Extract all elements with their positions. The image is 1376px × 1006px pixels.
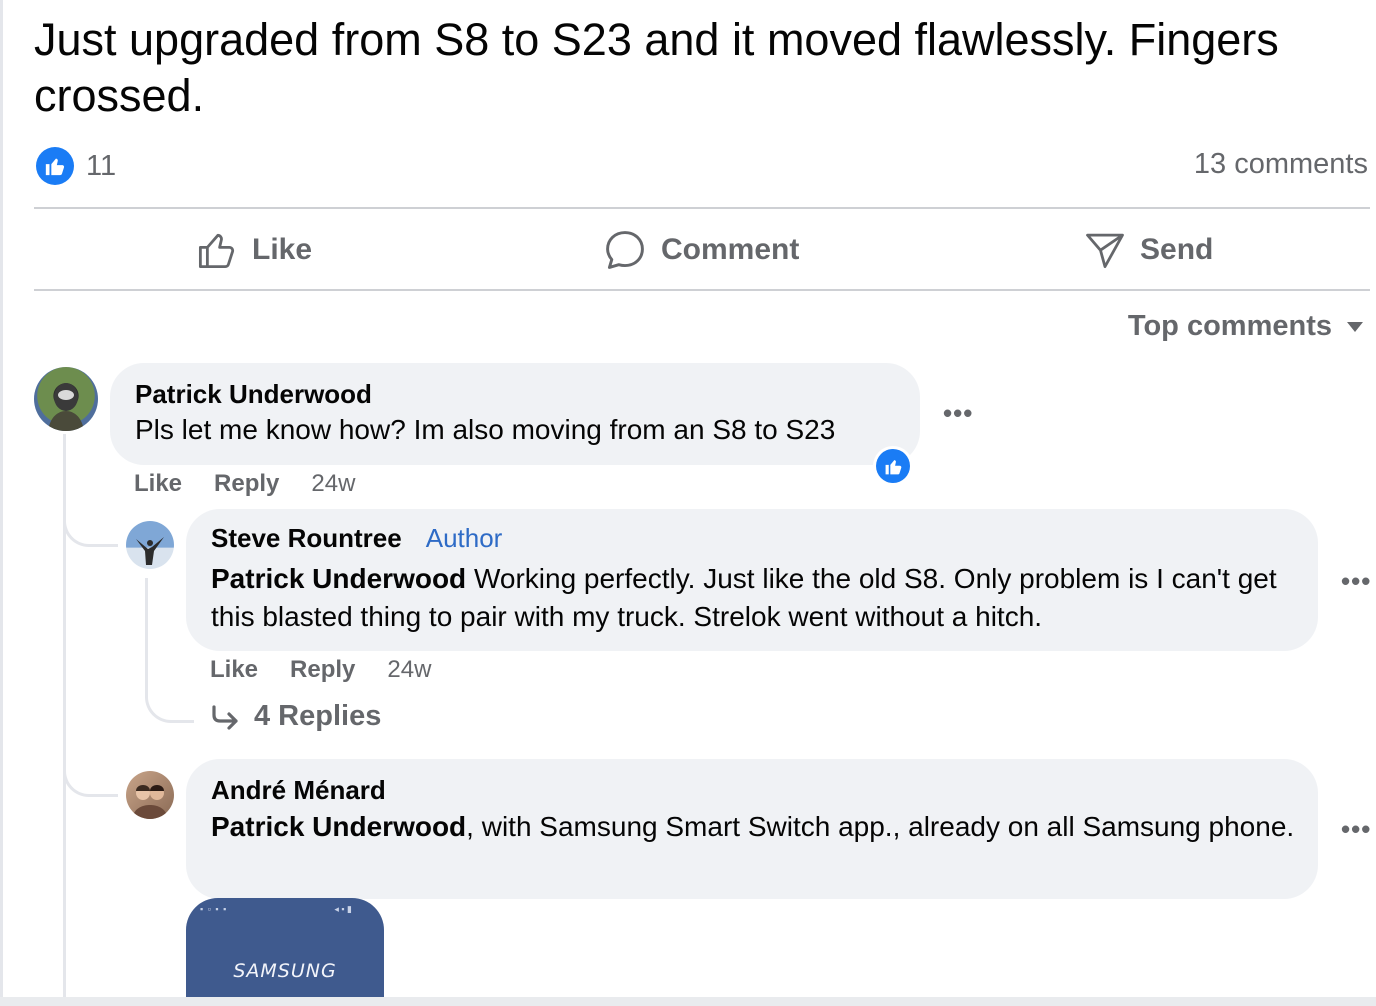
thumbs-up-outline-icon: [198, 233, 235, 269]
comment-body: , with Samsung Smart Switch app., alread…: [466, 811, 1295, 842]
send-button[interactable]: Send: [1084, 226, 1213, 274]
like-reaction-icon: [876, 449, 910, 483]
comment-reply-button[interactable]: Reply: [214, 470, 279, 498]
comment-like-button[interactable]: Like: [134, 470, 182, 498]
reply-arrow-icon: [212, 704, 238, 730]
comment-count-link[interactable]: 13 comments: [1194, 148, 1368, 181]
like-reaction-icon: [36, 147, 74, 185]
reaction-summary[interactable]: 11: [36, 146, 116, 186]
sort-label: Top comments: [1127, 310, 1332, 342]
more-options-icon[interactable]: •••: [1341, 814, 1371, 845]
more-options-icon[interactable]: •••: [943, 398, 973, 429]
comment-text: Patrick Underwood Working perfectly. Jus…: [211, 560, 1301, 636]
comment-header: Steve Rountree Author: [211, 523, 502, 554]
like-button-label: Like: [252, 233, 313, 266]
avatar-patrick-underwood[interactable]: [34, 367, 98, 431]
speech-bubble-icon: [606, 231, 644, 269]
comment-timestamp[interactable]: 24w: [311, 470, 355, 498]
avatar-steve-rountree[interactable]: [126, 521, 174, 569]
thread-connector-sub: [145, 690, 194, 723]
caret-down-icon: [1347, 321, 1363, 332]
more-options-icon[interactable]: •••: [1341, 566, 1371, 597]
comment-like-button[interactable]: Like: [210, 656, 258, 684]
phone-status-bar-right: ◂ ▪ ▮: [334, 904, 352, 914]
mention-link[interactable]: Patrick Underwood: [211, 811, 466, 842]
phone-status-bar-left: ▪ ▫ ▪ ▪: [200, 904, 228, 914]
mention-link[interactable]: Patrick Underwood: [211, 563, 466, 594]
replies-count: 4 Replies: [254, 700, 382, 732]
commenter-name[interactable]: Steve Rountree: [211, 523, 402, 554]
divider-top: [34, 207, 1370, 209]
samsung-logo-text: SAMSUNG: [233, 960, 337, 982]
comment-reply-button[interactable]: Reply: [290, 656, 355, 684]
like-button[interactable]: Like: [196, 226, 312, 274]
thread-line-sub: [145, 578, 148, 690]
view-replies-button[interactable]: 4 Replies: [210, 700, 381, 733]
thread-connector-2: [63, 760, 118, 797]
avatar-andre-menard[interactable]: [126, 771, 174, 819]
comment-meta-1: Like Reply 24w: [134, 470, 355, 498]
post-text: Just upgraded from S8 to S23 and it move…: [34, 14, 1279, 121]
comment-button-label: Comment: [661, 233, 800, 266]
comment-bubble-3: André Ménard Patrick Underwood, with Sam…: [186, 759, 1318, 899]
page-bottom-edge: [0, 997, 1376, 1006]
commenter-name[interactable]: Patrick Underwood: [135, 379, 372, 410]
comment-text: Patrick Underwood, with Samsung Smart Sw…: [211, 808, 1301, 846]
comment-image-attachment[interactable]: ▪ ▫ ▪ ▪ ◂ ▪ ▮ SAMSUNG: [186, 898, 384, 1006]
comment-timestamp[interactable]: 24w: [387, 656, 431, 684]
comment-bubble-1: Patrick Underwood Pls let me know how? I…: [110, 363, 920, 465]
comment-bubble-2: Steve Rountree Author Patrick Underwood …: [186, 509, 1318, 651]
commenter-name[interactable]: André Ménard: [211, 775, 386, 806]
thread-connector-1: [63, 508, 118, 547]
comment-text: Pls let me know how? Im also moving from…: [135, 414, 836, 445]
divider-bottom: [34, 289, 1370, 291]
author-badge: Author: [425, 523, 503, 553]
comment-button[interactable]: Comment: [603, 226, 799, 274]
comment-meta-2: Like Reply 24w: [210, 656, 431, 684]
send-button-label: Send: [1140, 233, 1214, 266]
comment-reaction-badge[interactable]: [873, 446, 913, 486]
send-arrow-icon: [1086, 233, 1124, 269]
reaction-count: 11: [86, 149, 117, 182]
sort-dropdown[interactable]: Top comments: [1128, 310, 1364, 343]
page-left-edge: [0, 0, 3, 1006]
